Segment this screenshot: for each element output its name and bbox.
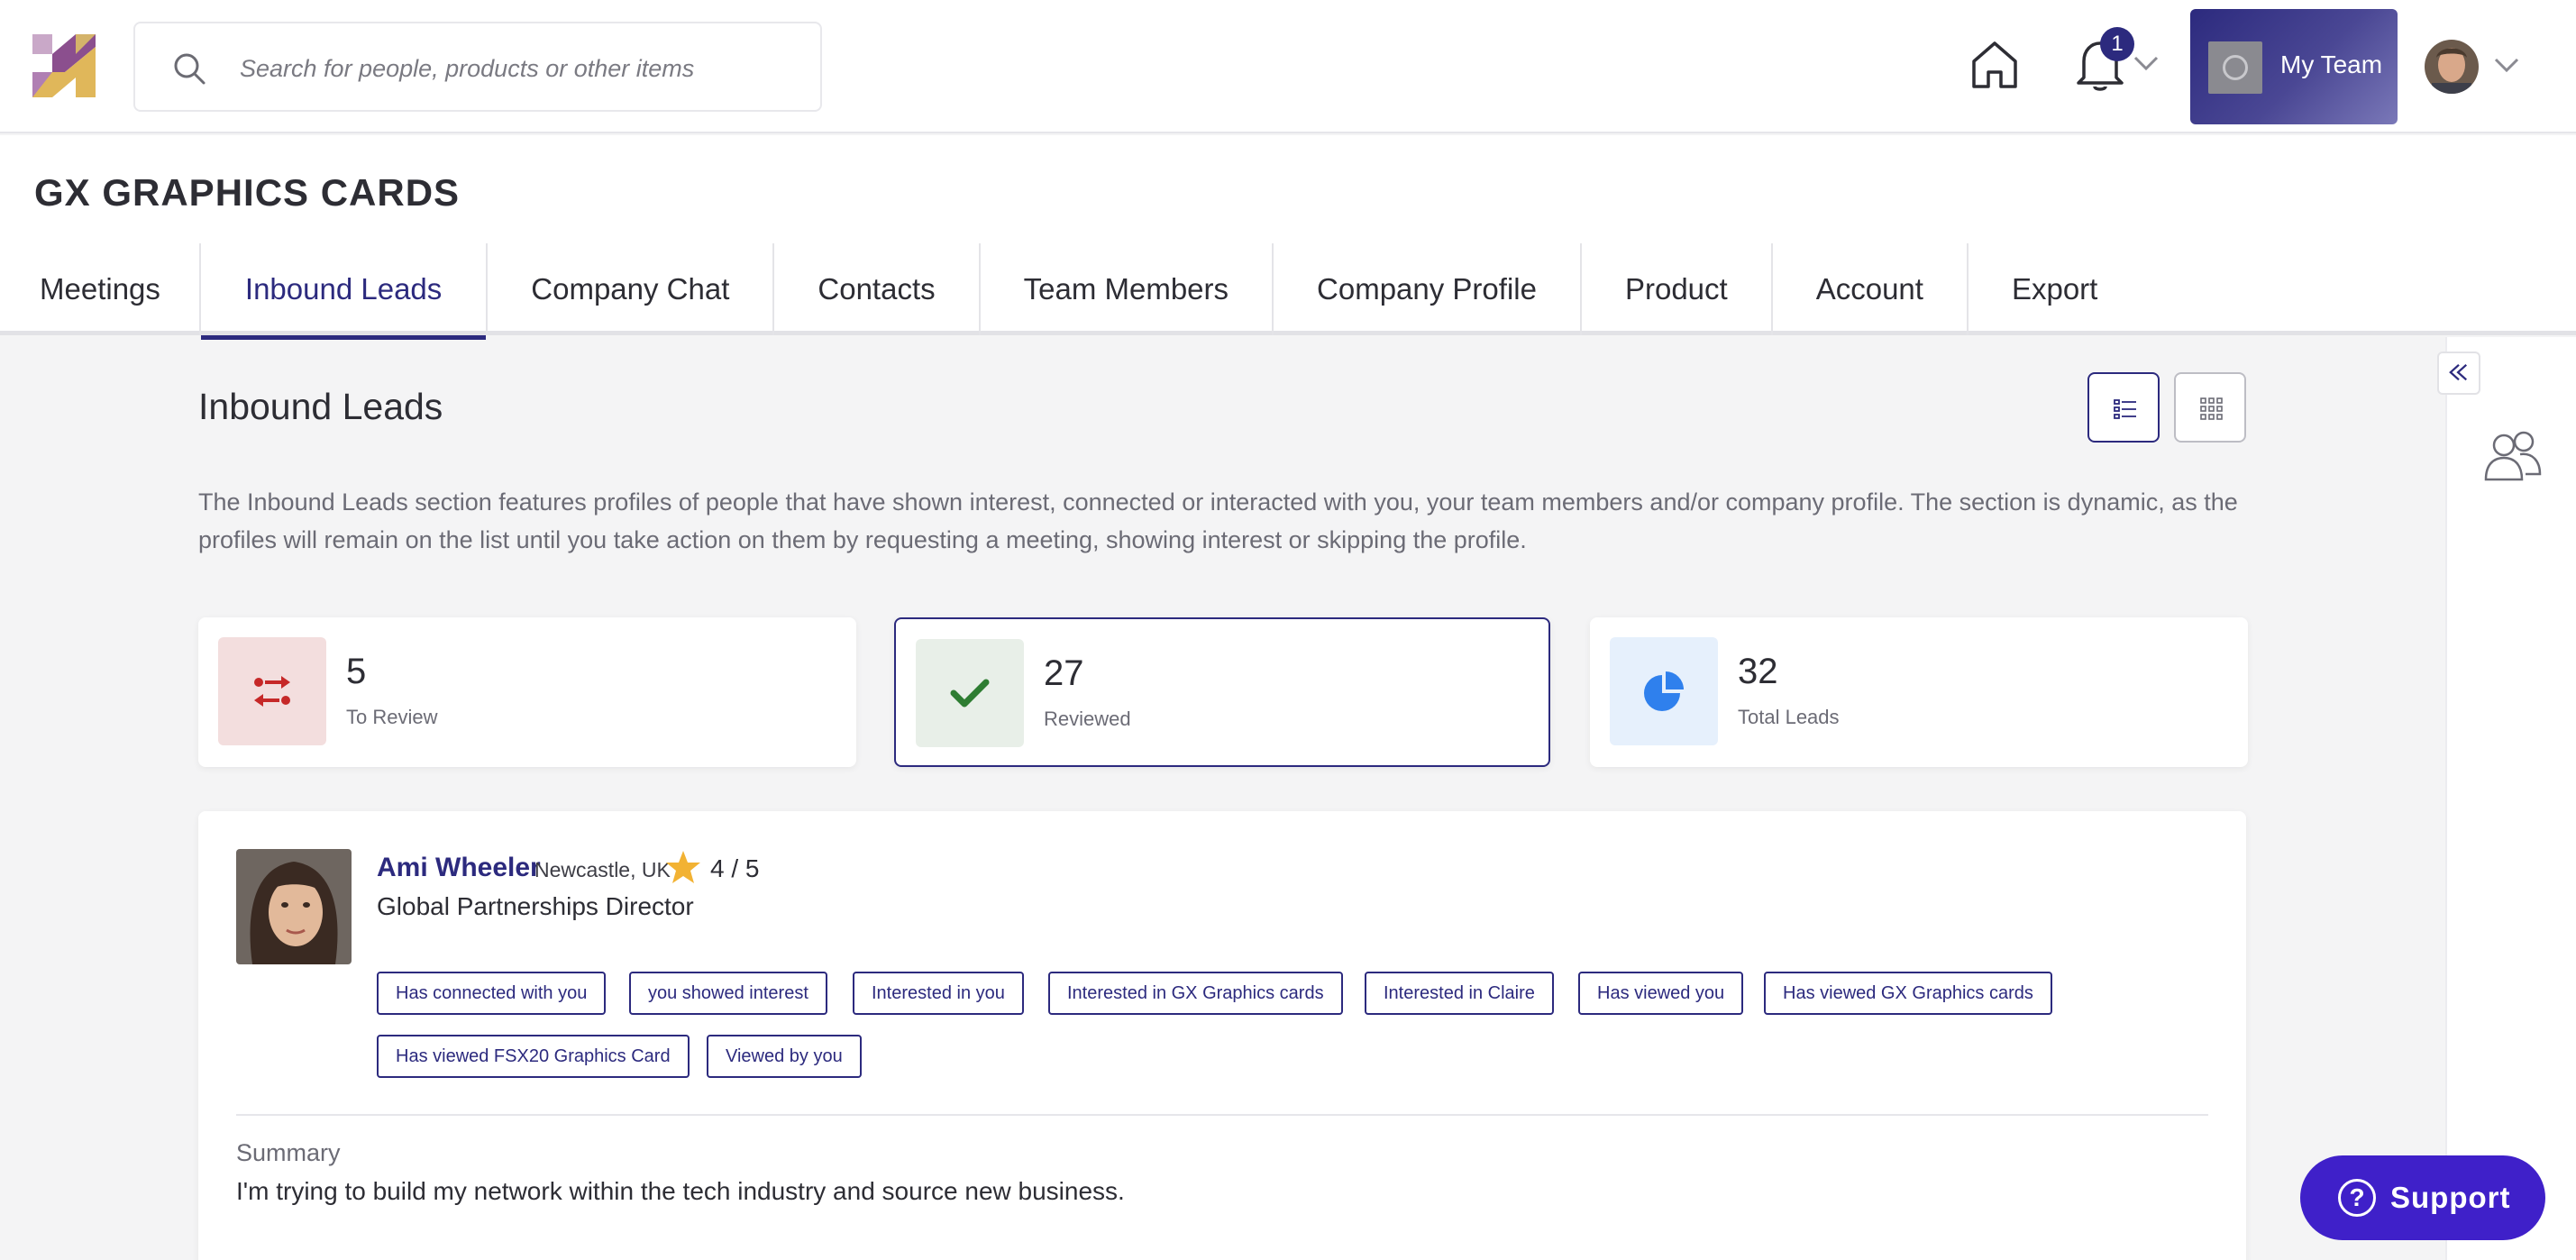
stat-icon-box: [916, 639, 1024, 747]
page-title: Inbound Leads: [198, 386, 443, 427]
lead-tag: Has viewed you: [1578, 972, 1744, 1015]
active-tab-indicator: [200, 335, 487, 340]
tab-product[interactable]: Product: [1579, 243, 1771, 335]
stat-label: Reviewed: [1044, 708, 1131, 730]
grid-view-button[interactable]: [2174, 372, 2246, 443]
search-box: [133, 22, 822, 112]
stat-card-total-leads[interactable]: 32 Total Leads: [1590, 617, 2248, 767]
tab-company-chat[interactable]: Company Chat: [486, 243, 772, 335]
company-title: GX GRAPHICS CARDS: [34, 171, 461, 214]
stat-card-reviewed[interactable]: 27 Reviewed: [894, 617, 1550, 767]
notification-badge: 1: [2100, 27, 2134, 61]
stat-value: 27: [1044, 653, 1084, 693]
user-avatar[interactable]: [2425, 40, 2479, 94]
search-icon: [174, 53, 206, 85]
lead-tag: Interested in GX Graphics cards: [1048, 972, 1343, 1015]
company-header: GX GRAPHICS CARDS Meetings Inbound Leads…: [0, 135, 2576, 340]
lead-card[interactable]: Ami Wheeler Newcastle, UK 4 / 5 Global P…: [198, 811, 2246, 1260]
lead-name[interactable]: Ami Wheeler: [377, 853, 541, 883]
lead-location: Newcastle, UK: [534, 858, 671, 881]
collapse-panel-button[interactable]: [2437, 352, 2480, 395]
home-icon[interactable]: [1969, 38, 2021, 92]
support-label: Support: [2390, 1181, 2511, 1214]
chevron-down-icon[interactable]: [2133, 54, 2160, 72]
stat-icon-box: [218, 637, 326, 745]
lead-tag: Interested in Claire: [1365, 972, 1554, 1015]
list-view-button[interactable]: [2087, 372, 2160, 443]
lead-tag: Has viewed FSX20 Graphics Card: [377, 1035, 690, 1078]
double-chevron-left-icon: [2449, 363, 2468, 381]
tab-company-profile[interactable]: Company Profile: [1272, 243, 1580, 335]
star-icon: [666, 851, 700, 883]
tab-team-members[interactable]: Team Members: [978, 243, 1272, 335]
summary-text: I'm trying to build my network within th…: [236, 1177, 1125, 1205]
stat-label: Total Leads: [1738, 706, 1840, 728]
people-icon[interactable]: [2480, 427, 2545, 483]
team-logo: [2208, 41, 2262, 94]
stat-card-to-review[interactable]: 5 To Review: [198, 617, 856, 767]
grid-view-icon: [2200, 397, 2223, 420]
lead-photo[interactable]: [236, 849, 352, 964]
stat-value: 32: [1738, 652, 1778, 691]
stat-label: To Review: [346, 706, 438, 728]
lead-tag: you showed interest: [629, 972, 827, 1015]
summary-label: Summary: [236, 1139, 341, 1166]
search-input[interactable]: [240, 49, 799, 88]
tab-bar: Meetings Inbound Leads Company Chat Cont…: [0, 243, 2141, 340]
pie-chart-icon: [1644, 671, 1684, 711]
tab-export[interactable]: Export: [1966, 243, 2141, 335]
help-icon: ?: [2338, 1179, 2376, 1217]
tab-account[interactable]: Account: [1770, 243, 1967, 335]
swap-arrows-icon: [254, 676, 290, 707]
checkmark-icon: [950, 679, 990, 708]
my-team-label: My Team: [2280, 50, 2383, 78]
my-team-button[interactable]: My Team: [2190, 9, 2398, 124]
lead-tag: Viewed by you: [707, 1035, 862, 1078]
lead-rating: 4 / 5: [710, 854, 760, 882]
lead-tag: Has viewed GX Graphics cards: [1764, 972, 2052, 1015]
section-description: The Inbound Leads section features profi…: [198, 488, 2238, 553]
lead-role: Global Partnerships Director: [377, 892, 694, 920]
tab-meetings[interactable]: Meetings: [0, 243, 199, 335]
top-bar: 1 My Team: [0, 0, 2576, 133]
stat-value: 5: [346, 652, 367, 691]
list-view-icon: [2114, 399, 2136, 419]
lead-tag: Has connected with you: [377, 972, 607, 1015]
tab-inbound-leads[interactable]: Inbound Leads: [198, 243, 487, 340]
tab-contacts[interactable]: Contacts: [772, 243, 978, 335]
stat-icon-box: [1610, 637, 1718, 745]
divider: [236, 1114, 2208, 1116]
app-logo-icon[interactable]: [32, 34, 96, 97]
support-button[interactable]: ? Support: [2300, 1155, 2545, 1240]
chevron-down-icon[interactable]: [2493, 56, 2520, 74]
lead-tag: Interested in you: [853, 972, 1024, 1015]
